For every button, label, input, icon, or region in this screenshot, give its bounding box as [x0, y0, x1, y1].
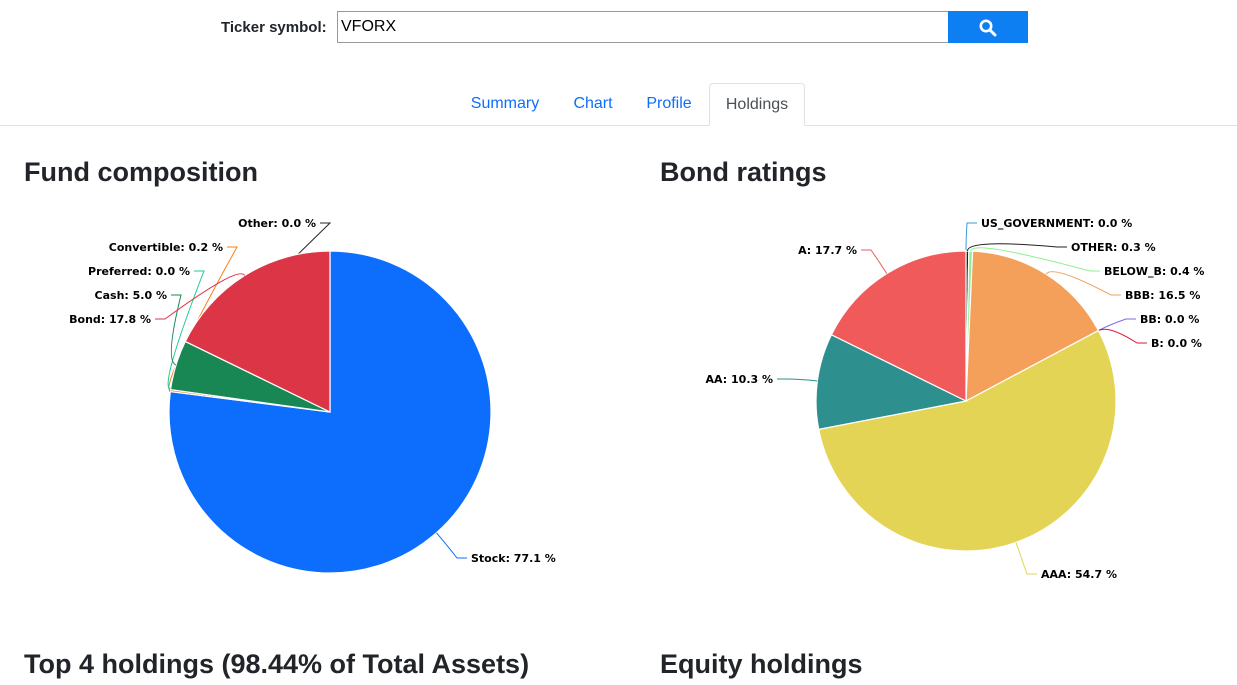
- data-label-bbb: BBB: 16.5 %: [1125, 289, 1200, 302]
- leader-line-aaa: [1015, 542, 1037, 575]
- data-label-a: A: 17.7 %: [798, 244, 857, 257]
- leader-line-a: [861, 249, 888, 274]
- data-label-b: B: 0.0 %: [1151, 337, 1202, 350]
- data-label-bb: BB: 0.0 %: [1140, 313, 1199, 326]
- data-label-aaa: AAA: 54.7 %: [1041, 568, 1117, 581]
- data-label-aa: AA: 10.3 %: [706, 373, 773, 386]
- data-label-below-b: BELOW_B: 0.4 %: [1104, 265, 1204, 278]
- data-label-other: OTHER: 0.3 %: [1071, 241, 1156, 254]
- leader-line-b: [1098, 328, 1147, 344]
- data-label-us-government: US_GOVERNMENT: 0.0 %: [981, 217, 1132, 230]
- leader-line-aa: [777, 378, 818, 382]
- bond-ratings-pie-chart: US_GOVERNMENT: 0.0 % OTHER: 0.3 % BELOW_B:…: [706, 217, 1205, 581]
